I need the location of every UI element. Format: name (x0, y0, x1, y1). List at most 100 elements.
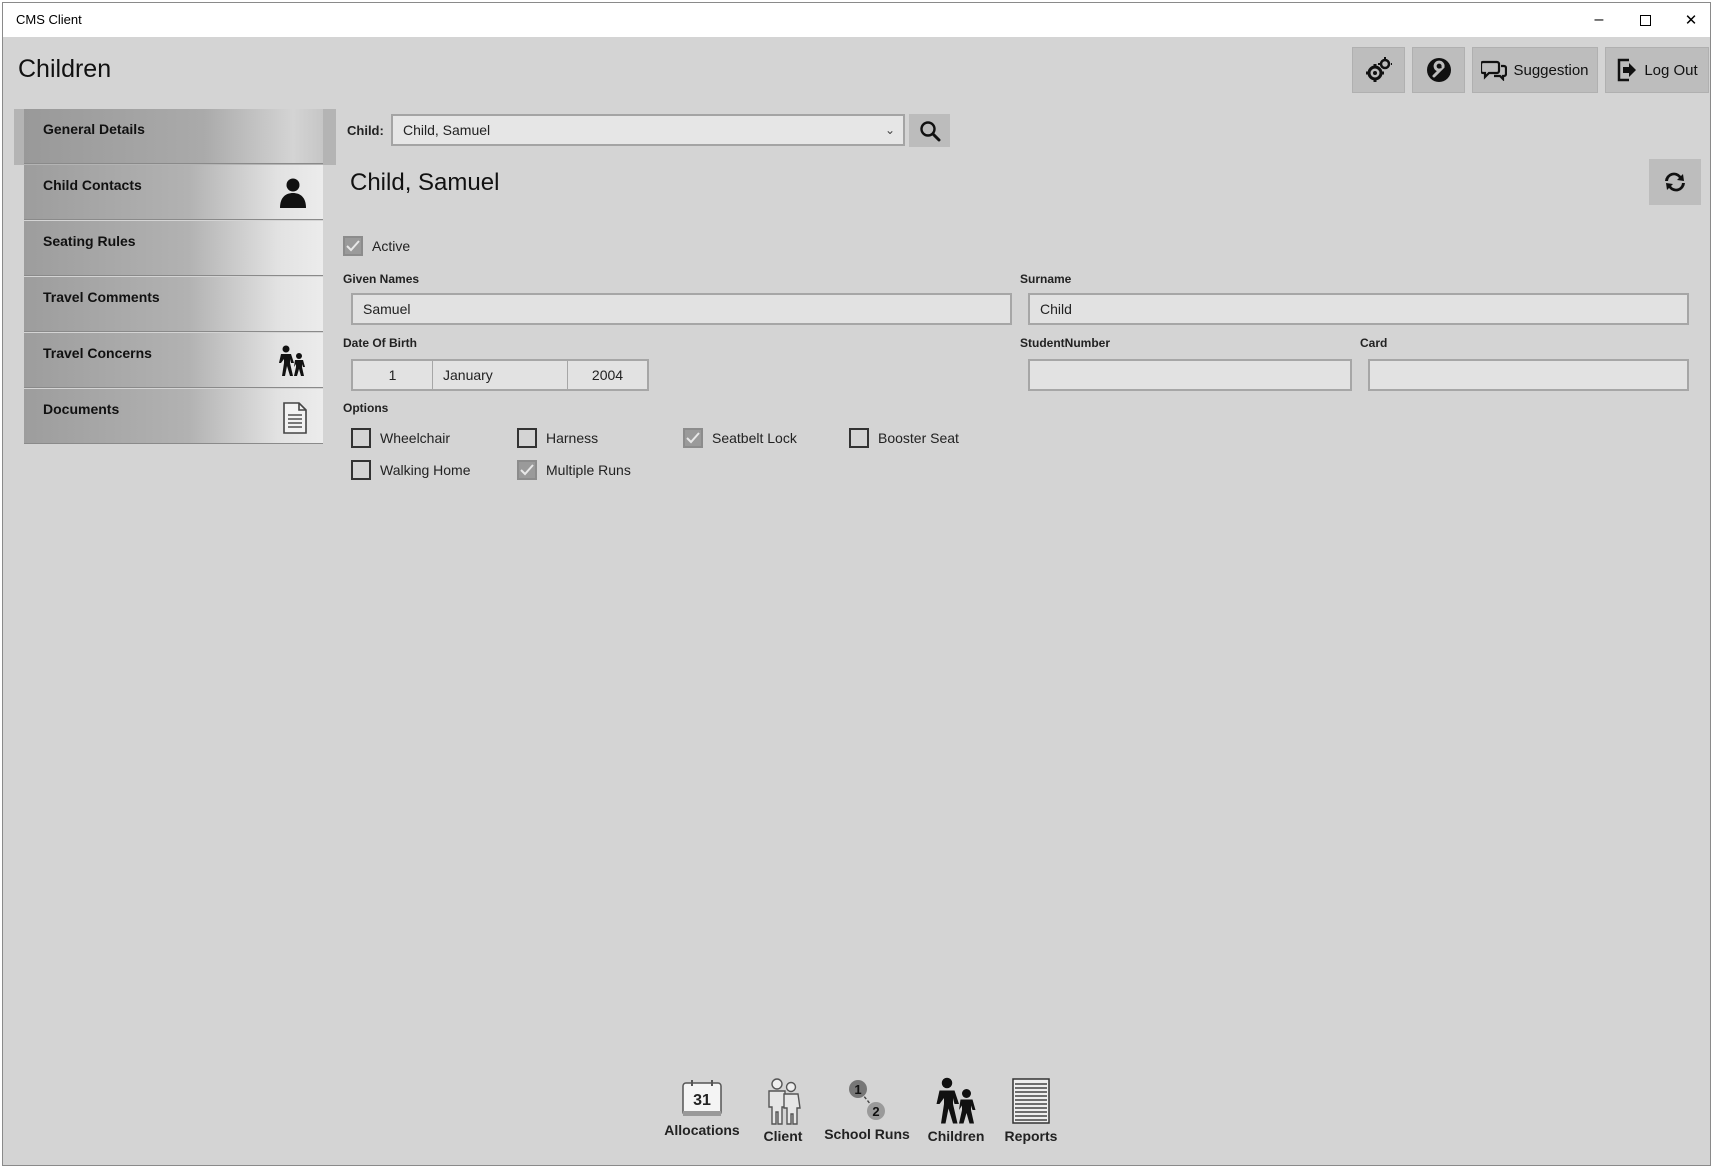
sync-button[interactable] (1649, 159, 1701, 205)
route-stop-2: 2 (872, 1104, 879, 1119)
student-number-field[interactable] (1028, 359, 1352, 391)
child-selector-label: Child: (347, 123, 384, 138)
settings-button[interactable] (1352, 47, 1405, 93)
search-button[interactable] (909, 114, 950, 147)
route-icon: 1 2 (849, 1080, 885, 1120)
child-selector-dropdown[interactable]: Child, Samuel ⌄ (391, 114, 905, 146)
active-checkbox-box (343, 236, 363, 256)
nav-school-runs[interactable]: 1 2 School Runs (824, 1077, 910, 1142)
walking-home-checkbox[interactable]: Walking Home (351, 460, 471, 480)
sidebar-item-travel-comments[interactable]: Travel Comments (24, 277, 323, 332)
given-names-label: Given Names (343, 272, 420, 286)
card-field[interactable] (1368, 359, 1689, 391)
calendar-day: 31 (693, 1092, 711, 1109)
close-button[interactable]: ✕ (1668, 3, 1710, 37)
person-icon (280, 178, 306, 208)
nav-reports[interactable]: Reports (1001, 1077, 1061, 1144)
given-names-field[interactable]: Samuel (351, 293, 1012, 325)
suggestion-button[interactable]: Suggestion (1472, 47, 1598, 93)
nav-children[interactable]: Children (926, 1077, 986, 1144)
sidebar-item-label: Travel Concerns (43, 345, 152, 361)
option-label: Wheelchair (380, 430, 451, 446)
app-window: CMS Client – ✕ Children Suggestion Log O… (2, 2, 1711, 1166)
sidebar: General Details Child Contacts Seating R… (24, 109, 323, 445)
child-name-heading: Child, Samuel (350, 169, 500, 196)
tools-button[interactable] (1412, 47, 1465, 93)
multiple-runs-checkbox[interactable]: Multiple Runs (517, 460, 631, 480)
minimize-icon: – (1594, 11, 1604, 28)
report-icon (1012, 1078, 1050, 1124)
dob-year[interactable]: 2004 (568, 361, 647, 389)
people-icon (768, 1078, 801, 1125)
student-number-label: StudentNumber (1020, 336, 1110, 350)
checkmark-icon (686, 432, 700, 444)
sidebar-item-label: Travel Comments (43, 289, 160, 305)
surname-field[interactable]: Child (1028, 293, 1689, 325)
options-label: Options (343, 401, 389, 415)
checkmark-icon (346, 240, 360, 252)
checkbox-box (351, 428, 371, 448)
maximize-button[interactable] (1622, 3, 1668, 37)
maximize-icon (1639, 14, 1651, 26)
checkmark-icon (520, 464, 534, 476)
option-label: Harness (546, 430, 599, 446)
sidebar-item-general-details[interactable]: General Details (24, 109, 323, 164)
window-title: CMS Client (16, 12, 82, 27)
sidebar-item-label: General Details (43, 121, 145, 137)
surname-label: Surname (1020, 272, 1072, 286)
checkbox-box (517, 460, 537, 480)
calendar-icon: 31 (682, 1080, 722, 1116)
logout-icon (1618, 58, 1637, 82)
sidebar-item-label: Seating Rules (43, 233, 136, 249)
option-label: Booster Seat (878, 430, 959, 446)
active-checkbox[interactable]: Active (343, 236, 410, 256)
active-label: Active (372, 238, 411, 254)
child-selector-value: Child, Samuel (403, 122, 491, 138)
nav-client[interactable]: Client (760, 1077, 806, 1144)
logout-label: Log Out (1644, 61, 1698, 79)
nav-label: Client (763, 1128, 803, 1144)
nav-label: Children (927, 1128, 985, 1144)
sidebar-item-child-contacts[interactable]: Child Contacts (24, 165, 323, 220)
bottom-navigation: 31 Allocations Client 1 2 School Runs Ch… (3, 1077, 1710, 1147)
logout-button[interactable]: Log Out (1605, 47, 1709, 93)
route-stop-1: 1 (854, 1082, 861, 1097)
chevron-down-icon: ⌄ (884, 123, 895, 137)
wrench-icon (1426, 58, 1451, 82)
minimize-button[interactable]: – (1576, 3, 1622, 37)
document-icon (283, 402, 307, 434)
gears-icon (1365, 57, 1392, 82)
sidebar-item-label: Child Contacts (43, 177, 142, 193)
speech-bubbles-icon (1481, 60, 1508, 81)
sidebar-item-documents[interactable]: Documents (24, 389, 323, 444)
wheelchair-checkbox[interactable]: Wheelchair (351, 428, 450, 448)
date-of-birth-picker[interactable]: 1 January 2004 (351, 359, 649, 391)
dob-month[interactable]: January (433, 361, 568, 389)
title-bar: CMS Client – ✕ (3, 3, 1710, 37)
booster-seat-checkbox[interactable]: Booster Seat (849, 428, 959, 448)
dob-day[interactable]: 1 (353, 361, 433, 389)
search-icon (919, 120, 940, 141)
checkbox-box (351, 460, 371, 480)
checkbox-box (849, 428, 869, 448)
option-label: Seatbelt Lock (712, 430, 797, 446)
checkbox-box (517, 428, 537, 448)
sync-icon (1665, 172, 1685, 192)
close-icon: ✕ (1684, 12, 1698, 29)
option-label: Walking Home (380, 462, 471, 478)
sidebar-item-seating-rules[interactable]: Seating Rules (24, 221, 323, 276)
sidebar-item-travel-concerns[interactable]: Travel Concerns (24, 333, 323, 388)
suggestion-label: Suggestion (1513, 61, 1589, 79)
children-walking-icon (279, 345, 305, 376)
card-label: Card (1360, 336, 1388, 350)
harness-checkbox[interactable]: Harness (517, 428, 598, 448)
nav-label: Reports (1004, 1128, 1058, 1144)
option-label: Multiple Runs (546, 462, 631, 478)
checkbox-box (683, 428, 703, 448)
nav-label: Allocations (664, 1122, 740, 1138)
nav-allocations[interactable]: 31 Allocations (664, 1077, 740, 1138)
date-of-birth-label: Date Of Birth (343, 336, 418, 350)
seatbelt-lock-checkbox[interactable]: Seatbelt Lock (683, 428, 797, 448)
children-walking-icon (936, 1077, 976, 1124)
sidebar-item-label: Documents (43, 401, 120, 417)
